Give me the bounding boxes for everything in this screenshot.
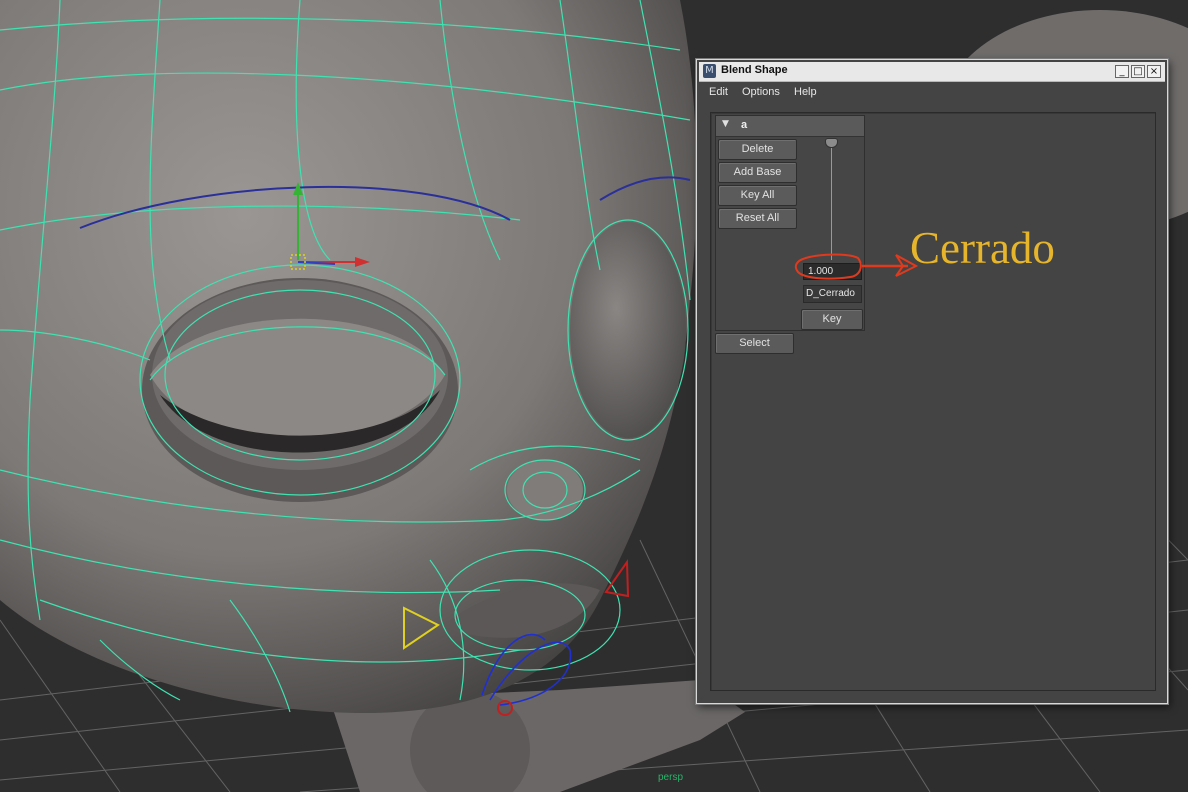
camera-label: persp — [658, 772, 684, 783]
key-button[interactable]: Key — [801, 309, 863, 330]
collapse-arrow-icon[interactable]: ▼ — [722, 119, 729, 129]
reset-all-button[interactable]: Reset All — [718, 208, 797, 229]
blend-shape-window[interactable]: M Blend Shape _ □ × Edit Options Help ▼ … — [696, 59, 1168, 704]
select-button[interactable]: Select — [715, 333, 794, 354]
blend-node-header[interactable]: ▼ a — [716, 116, 864, 137]
maximize-button[interactable]: □ — [1131, 65, 1145, 78]
window-titlebar[interactable]: M Blend Shape _ □ × — [699, 62, 1165, 82]
weight-value-field[interactable]: 1.000 — [803, 263, 862, 280]
window-title: Blend Shape — [721, 64, 788, 76]
close-button[interactable]: × — [1147, 65, 1161, 78]
key-all-button[interactable]: Key All — [718, 185, 797, 206]
menu-options[interactable]: Options — [742, 86, 780, 98]
menu-help[interactable]: Help — [794, 86, 817, 98]
delete-button[interactable]: Delete — [718, 139, 797, 160]
blend-node-frame: ▼ a Delete Add Base Key All Reset All 1.… — [715, 115, 865, 331]
weight-slider-track[interactable] — [831, 148, 832, 260]
maya-app-icon: M — [703, 64, 716, 78]
target-name-label: D_Cerrado — [803, 285, 862, 303]
add-base-button[interactable]: Add Base — [718, 162, 797, 183]
menu-bar: Edit Options Help — [699, 82, 1165, 104]
minimize-button[interactable]: _ — [1115, 65, 1129, 78]
blend-shape-panel: ▼ a Delete Add Base Key All Reset All 1.… — [710, 112, 1156, 691]
blend-node-name: a — [741, 119, 748, 131]
menu-edit[interactable]: Edit — [709, 86, 728, 98]
annotation-label: Cerrado — [910, 223, 1055, 273]
weight-slider-handle[interactable] — [825, 138, 838, 148]
